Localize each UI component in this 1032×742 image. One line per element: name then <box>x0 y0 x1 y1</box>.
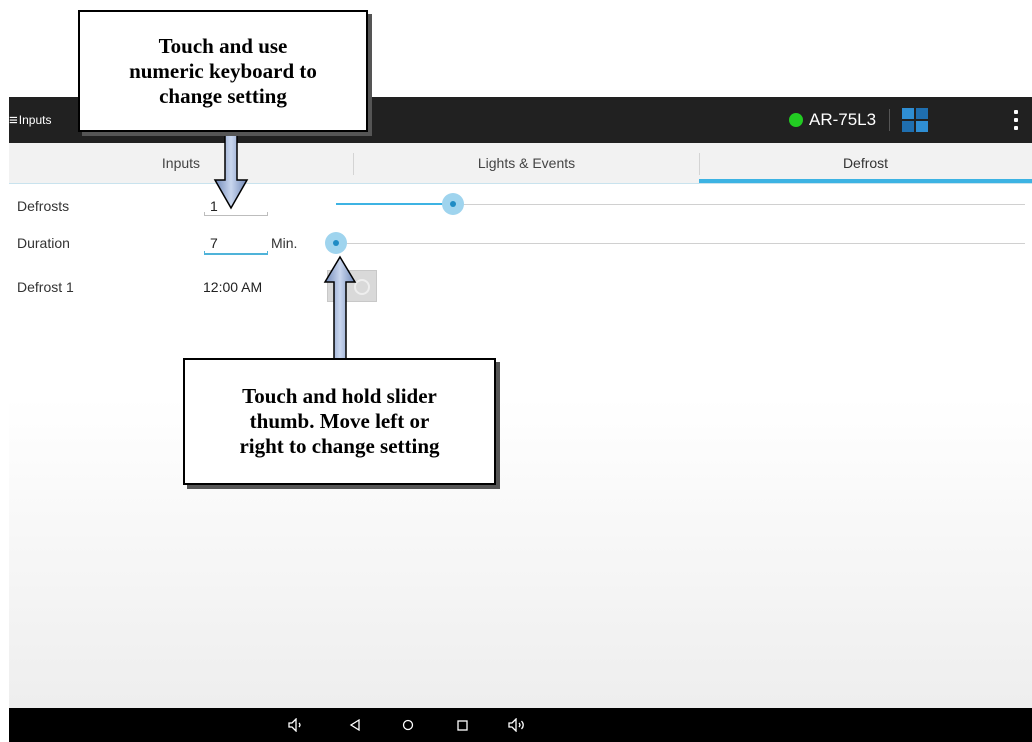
tab-lights-events[interactable]: Lights & Events <box>354 143 699 183</box>
nav-menu-label: Inputs <box>18 113 52 127</box>
defrosts-input[interactable]: 1 <box>210 198 218 214</box>
keyboard-callout-line: numeric keyboard to <box>129 58 317 83</box>
tab-bar: Inputs Lights & Events Defrost <box>9 143 1032 184</box>
slider-callout-line: Touch and hold slider <box>242 384 437 408</box>
nav-menu-button[interactable]: ≡ Inputs <box>9 97 51 143</box>
defrosts-slider-thumb[interactable] <box>442 193 465 215</box>
overflow-dot <box>1014 126 1018 130</box>
duration-slider-thumb[interactable] <box>325 232 347 254</box>
active-tab-indicator <box>699 179 1032 183</box>
dashboard-grid-icon[interactable] <box>902 108 928 132</box>
duration-slider-track <box>336 243 1025 244</box>
hamburger-menu-icon: ≡ <box>9 111 18 129</box>
duration-unit: Min. <box>271 235 298 251</box>
duration-input-underline <box>204 251 268 255</box>
volume-down-icon[interactable] <box>281 708 311 742</box>
duration-label: Duration <box>17 235 70 251</box>
keyboard-callout-line: Touch and use <box>158 33 288 58</box>
overflow-dot <box>1014 110 1018 114</box>
keyboard-callout: Touch and use numeric keyboard to change… <box>78 10 368 132</box>
grid-cell <box>916 121 928 132</box>
duration-input[interactable]: 7 <box>210 235 218 251</box>
grid-cell <box>902 108 914 119</box>
defrosts-slider-fill <box>336 203 454 205</box>
grid-cell <box>916 108 928 119</box>
grid-cell <box>902 121 914 132</box>
appbar-divider <box>889 109 890 131</box>
defrost1-time-picker-button[interactable] <box>327 270 377 302</box>
volume-up-icon[interactable] <box>503 708 533 742</box>
defrost1-time: 12:00 AM <box>203 279 263 295</box>
tab-inputs[interactable]: Inputs <box>9 143 353 183</box>
overflow-menu-icon[interactable] <box>1010 110 1022 130</box>
device-selector[interactable]: AR-75L3 <box>789 97 876 143</box>
connection-status-icon <box>789 113 803 127</box>
system-nav-bar <box>9 708 1032 742</box>
back-icon[interactable] <box>340 708 370 742</box>
defrost1-label: Defrost 1 <box>17 279 74 295</box>
defrosts-input-underline <box>204 212 268 216</box>
device-name: AR-75L3 <box>809 110 877 129</box>
tab-defrost[interactable]: Defrost <box>699 143 1032 183</box>
overflow-dot <box>1014 118 1018 122</box>
recents-icon[interactable] <box>447 708 477 742</box>
content-area: Inputs Lights & Events Defrost Defrosts … <box>9 143 1032 708</box>
slider-callout: Touch and hold slider thumb. Move left o… <box>183 358 496 485</box>
clock-icon <box>354 279 370 295</box>
slider-callout-line: thumb. Move left or <box>249 409 430 433</box>
home-icon[interactable] <box>393 708 423 742</box>
keyboard-callout-line: change setting <box>159 83 287 108</box>
slider-callout-line: right to change setting <box>239 434 440 458</box>
defrosts-label: Defrosts <box>17 198 70 214</box>
